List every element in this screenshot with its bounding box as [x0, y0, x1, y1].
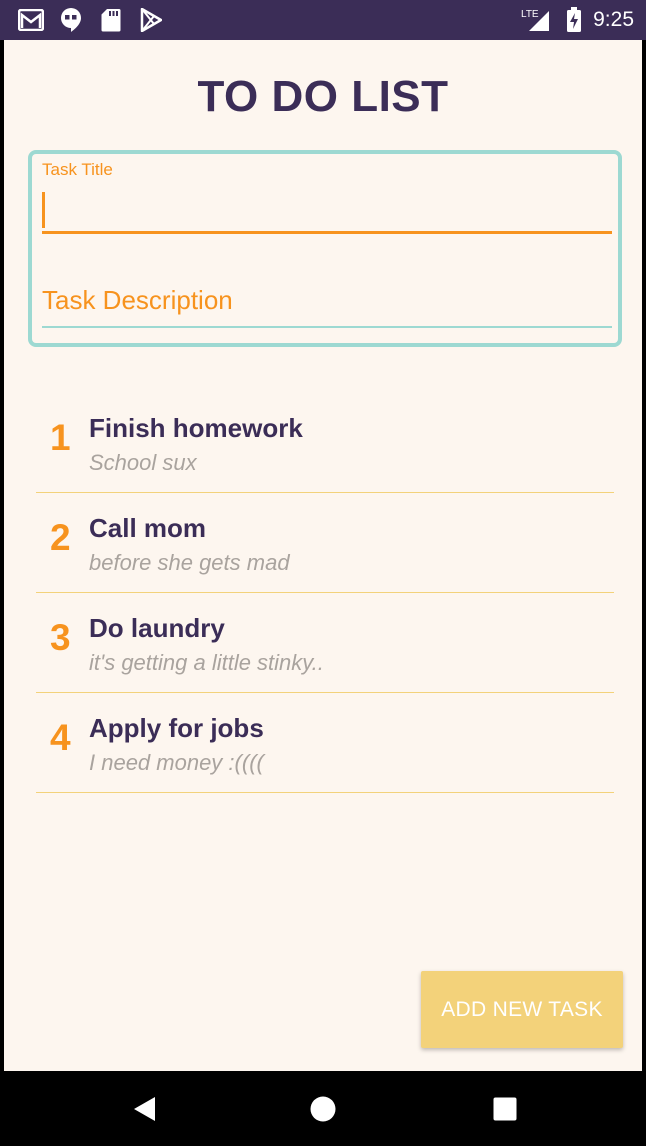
task-list: 1 Finish homework School sux 2 Call mom … [36, 393, 614, 793]
system-icons: LTE 9:25 [521, 7, 634, 33]
task-title: Do laundry [89, 613, 225, 643]
task-description: it's getting a little stinky.. [89, 650, 324, 675]
sd-card-icon [98, 7, 124, 33]
gmail-icon [18, 7, 44, 33]
battery-charging-icon [565, 7, 583, 33]
task-title: Apply for jobs [89, 713, 264, 743]
clock: 9:25 [593, 8, 634, 31]
app-screen: TO DO LIST Task Title 1 Finish homework … [4, 40, 642, 1071]
task-title-label: Task Title [42, 160, 113, 179]
task-item[interactable]: 3 Do laundry it's getting a little stink… [36, 593, 614, 693]
task-description: before she gets mad [89, 550, 290, 575]
task-title-input[interactable] [42, 184, 612, 234]
home-icon[interactable] [307, 1093, 339, 1125]
task-description: School sux [89, 450, 197, 475]
task-number: 2 [50, 517, 71, 558]
task-title: Finish homework [89, 413, 303, 443]
task-title: Call mom [89, 513, 207, 543]
text-cursor [42, 192, 45, 228]
navigation-bar [0, 1071, 646, 1146]
hangouts-icon [58, 7, 84, 33]
status-bar: LTE 9:25 [0, 0, 646, 40]
task-item[interactable]: 4 Apply for jobs I need money :(((( [36, 693, 614, 793]
task-description: I need money :(((( [89, 750, 264, 775]
task-number: 1 [50, 417, 71, 458]
recents-icon[interactable] [489, 1093, 521, 1125]
task-description-input[interactable] [42, 274, 612, 328]
play-store-icon [138, 7, 164, 33]
task-item[interactable]: 2 Call mom before she gets mad [36, 493, 614, 593]
new-task-form: Task Title [28, 150, 622, 347]
task-number: 3 [50, 617, 71, 658]
svg-text:LTE: LTE [521, 9, 539, 20]
add-new-task-button[interactable]: ADD NEW TASK [421, 971, 623, 1048]
task-item[interactable]: 1 Finish homework School sux [36, 393, 614, 493]
back-icon[interactable] [128, 1093, 160, 1125]
notification-icons [18, 7, 164, 33]
lte-signal-icon: LTE [521, 7, 555, 33]
task-number: 4 [50, 717, 71, 758]
page-title: TO DO LIST [197, 72, 449, 121]
